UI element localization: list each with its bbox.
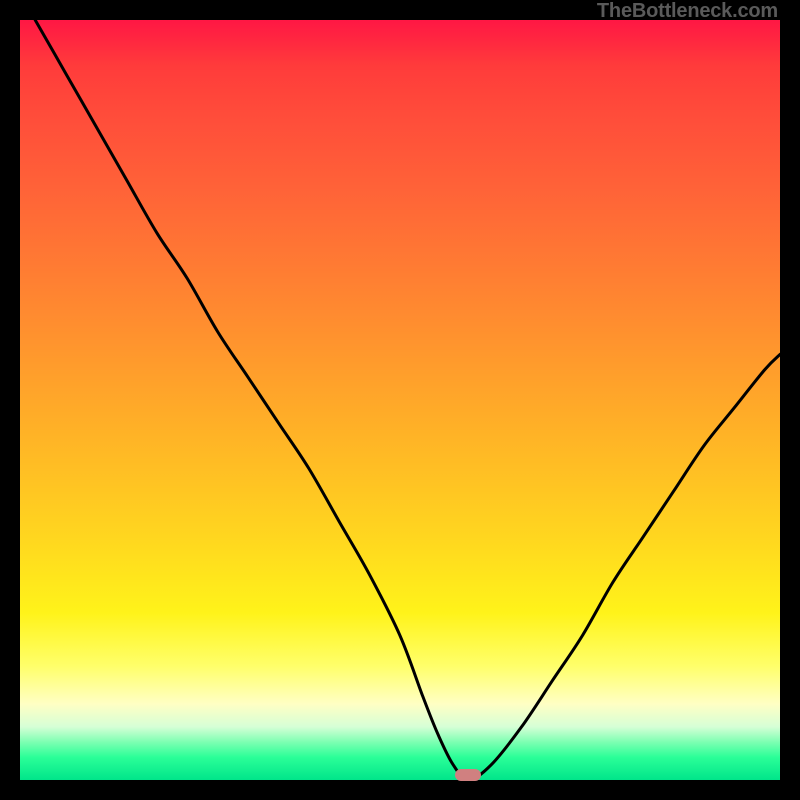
chart-stage: TheBottleneck.com [0, 0, 800, 800]
minimum-marker [455, 769, 481, 781]
bottleneck-curve [20, 20, 780, 780]
frame-right [780, 0, 800, 800]
frame-bottom [0, 780, 800, 800]
frame-left [0, 0, 20, 800]
watermark-text: TheBottleneck.com [597, 0, 778, 23]
plot-area [20, 20, 780, 780]
